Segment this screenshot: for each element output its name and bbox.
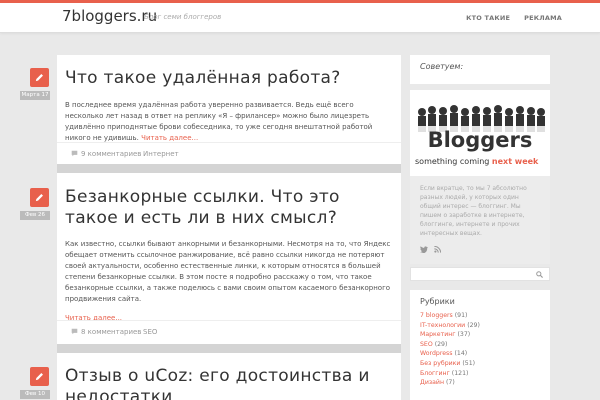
category-item[interactable]: Wordpress (14) [420, 349, 550, 359]
category-item[interactable]: Маркетинг (37) [420, 330, 550, 340]
rss-icon[interactable] [434, 246, 441, 253]
edit-icon[interactable] [30, 188, 49, 207]
post-separator [57, 344, 401, 353]
banner-caption-accent: next week [492, 157, 539, 166]
site-logo[interactable]: 7bloggers.ru [62, 7, 157, 25]
sidebar-about: Если вкратце, то мы 7 абсолютно разных л… [410, 176, 550, 264]
edit-icon[interactable] [30, 367, 49, 386]
category-item[interactable]: Блоггинг (121) [420, 369, 550, 379]
post-title[interactable]: Что такое удалённая работа? [65, 68, 393, 89]
post-date: Фев 26 [20, 211, 50, 220]
site-header: 7bloggers.ru Блог семи блоггеров Кто так… [0, 3, 600, 33]
svg-text:something coming next week: something coming next week [415, 157, 539, 166]
social-links [420, 246, 441, 253]
main-nav: Кто такие Реклама [466, 14, 562, 22]
banner-title: Bloggers [428, 128, 533, 152]
category-item[interactable]: Дизайн (7) [420, 378, 550, 388]
read-more-link[interactable]: Читать далее... [141, 134, 198, 142]
comments-link[interactable]: 9 комментариев [71, 150, 143, 158]
bloggers-banner: Bloggers something coming next week [414, 105, 546, 166]
post-separator [57, 164, 401, 173]
sidebar-categories: Рубрики 7 bloggers (91) IT-технологии (2… [410, 290, 550, 400]
post-date: Фев 10 [20, 390, 50, 399]
post-date: Марта 17 [20, 91, 50, 100]
twitter-icon[interactable] [420, 246, 428, 253]
nav-item-ads[interactable]: Реклама [524, 14, 562, 22]
post-title[interactable]: Безанкорные ссылки. Что это такое и есть… [65, 187, 393, 229]
nav-item-about[interactable]: Кто такие [466, 14, 510, 22]
post-excerpt: В последнее время удалённая работа увере… [65, 101, 373, 142]
category-item[interactable]: SEO (29) [420, 340, 550, 350]
search-input[interactable] [410, 267, 550, 281]
post-card: Отзыв о uCoz: его достоинства и недостат… [57, 353, 401, 400]
widget-title: Советуем: [420, 62, 464, 71]
comment-icon [71, 328, 78, 335]
post-card: Безанкорные ссылки. Что это такое и есть… [57, 173, 401, 344]
edit-icon[interactable] [30, 68, 49, 87]
sidebar-widget-advice: Советуем: [410, 55, 550, 84]
post-meta: 9 комментариев Интернет [57, 142, 401, 164]
widget-title: Рубрики [420, 297, 455, 306]
category-link[interactable]: Интернет [143, 150, 179, 158]
banner-caption: something coming [415, 157, 492, 166]
post-meta: 8 комментариев SEO [57, 320, 401, 342]
category-item[interactable]: 7 bloggers (91) [420, 311, 550, 321]
post-card: Что такое удалённая работа? В последнее … [57, 55, 401, 176]
sidebar-banner[interactable]: Bloggers something coming next week [410, 90, 550, 176]
site-tagline: Блог семи блоггеров [144, 13, 222, 21]
about-text: Если вкратце, то мы 7 абсолютно разных л… [420, 185, 527, 237]
comments-link[interactable]: 8 комментариев [71, 328, 143, 336]
post-excerpt: Как известно, ссылки бывают анкорными и … [65, 240, 391, 303]
category-item[interactable]: IT-технологии (29) [420, 321, 550, 331]
category-item[interactable]: Без рубрики (51) [420, 359, 550, 369]
comment-icon [71, 150, 78, 157]
category-link[interactable]: SEO [143, 328, 157, 336]
category-list: 7 bloggers (91) IT-технологии (29) Марке… [410, 311, 550, 388]
search-icon[interactable] [536, 271, 543, 278]
post-title[interactable]: Отзыв о uCoz: его достоинства и недостат… [65, 366, 393, 400]
